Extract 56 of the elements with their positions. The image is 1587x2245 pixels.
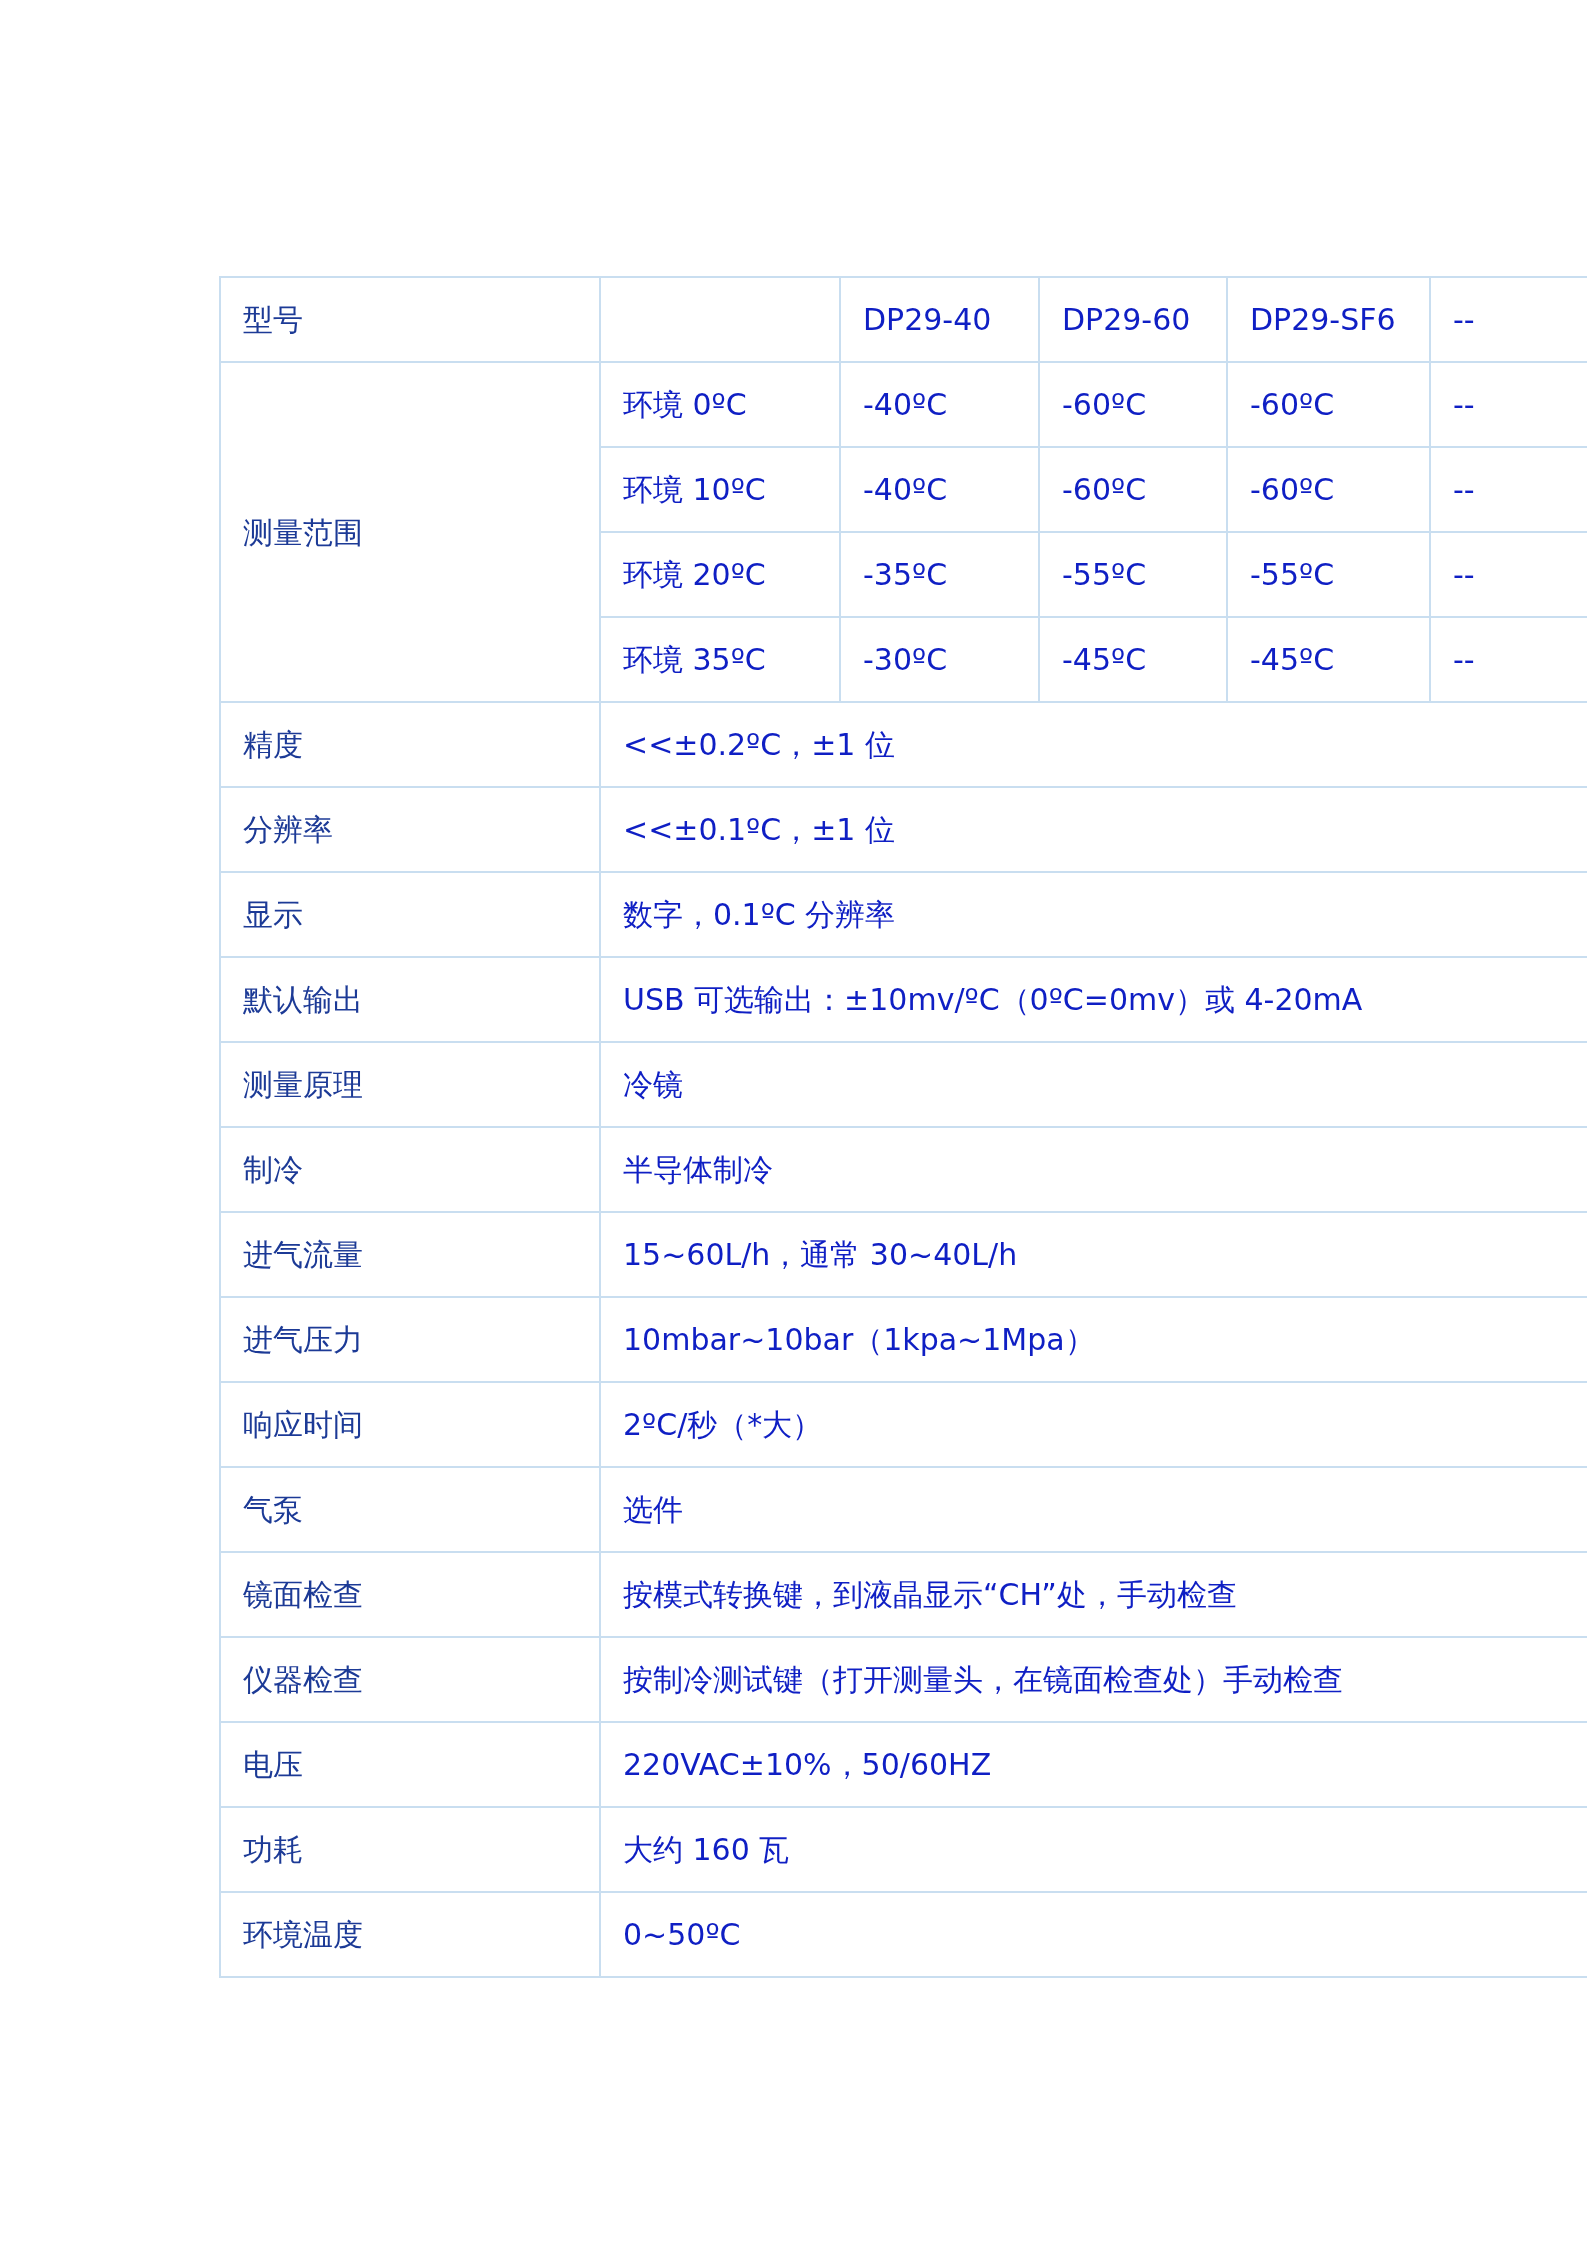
spec-label: 响应时间: [243, 1407, 363, 1442]
dew-point-value: -40ºC: [863, 472, 948, 507]
spec-value: <<±0.2ºC，±1 位: [623, 727, 895, 762]
spec-label: 功耗: [243, 1832, 303, 1867]
dew-point-value: -55ºC: [1250, 557, 1335, 592]
spec-label: 仪器检查: [243, 1662, 363, 1697]
spec-value: USB 可选输出：±10mv/ºC（0ºC=0mv）或 4-20mA: [623, 982, 1363, 1017]
dew-point-value: -60ºC: [1250, 472, 1335, 507]
dew-point-value: -60ºC: [1250, 387, 1335, 422]
model-name: --: [1453, 302, 1475, 337]
spec-value: 按制冷测试键（打开测量头，在镜面检查处）手动检查: [623, 1662, 1343, 1697]
ambient-condition: 环境 0ºC: [623, 387, 747, 422]
spec-label: 进气压力: [243, 1322, 363, 1357]
spec-value: 按模式转换键，到液晶显示“CH”处，手动检查: [623, 1577, 1237, 1612]
spec-label: 环境温度: [243, 1917, 363, 1952]
spec-label: 进气流量: [243, 1237, 363, 1272]
spec-label: 测量原理: [243, 1067, 363, 1102]
spec-label: 显示: [243, 897, 303, 932]
spec-value: <<±0.1ºC，±1 位: [623, 812, 895, 847]
ambient-condition: 环境 10ºC: [623, 472, 766, 507]
ambient-condition: 环境 35ºC: [623, 642, 766, 677]
dew-point-value: -45ºC: [1250, 642, 1335, 677]
dew-point-value: -40ºC: [863, 387, 948, 422]
dew-point-value: -30ºC: [863, 642, 948, 677]
spec-label: 镜面检查: [243, 1577, 363, 1612]
spec-label: 测量范围: [243, 514, 363, 550]
spec-value: 数字，0.1ºC 分辨率: [623, 897, 896, 932]
dew-point-value: --: [1453, 387, 1475, 422]
spec-value: 大约 160 瓦: [623, 1832, 790, 1867]
ambient-condition: 环境 20ºC: [623, 557, 766, 592]
dew-point-value: -55ºC: [1062, 557, 1147, 592]
model-name: DP29-SF6: [1250, 302, 1396, 337]
dew-point-value: -60ºC: [1062, 387, 1147, 422]
spec-value: 选件: [623, 1492, 683, 1527]
dew-point-value: --: [1453, 642, 1475, 677]
spec-label: 电压: [243, 1747, 303, 1782]
spec-label: 精度: [243, 727, 303, 762]
dew-point-value: -45ºC: [1062, 642, 1147, 677]
dew-point-value: --: [1453, 557, 1475, 592]
spec-value: 冷镜: [623, 1067, 683, 1102]
spec-label: 分辨率: [243, 812, 333, 847]
dew-point-value: --: [1453, 472, 1475, 507]
spec-label: 默认输出: [243, 982, 363, 1017]
spec-label: 型号: [243, 302, 303, 337]
spec-value: 15~60L/h，通常 30~40L/h: [623, 1237, 1018, 1272]
spec-value: 220VAC±10%，50/60HZ: [623, 1747, 992, 1782]
spec-value: 0~50ºC: [623, 1917, 741, 1952]
spec-value: 半导体制冷: [623, 1152, 773, 1187]
spec-label: 制冷: [243, 1152, 303, 1187]
dew-point-value: -60ºC: [1062, 472, 1147, 507]
model-name: DP29-60: [1062, 302, 1191, 337]
spec-label: 气泵: [243, 1492, 303, 1527]
spec-value: 2ºC/秒（*大）: [623, 1407, 823, 1442]
model-name: DP29-40: [863, 302, 992, 337]
spec-value: 10mbar~10bar（1kpa~1Mpa）: [623, 1322, 1095, 1357]
dew-point-value: -35ºC: [863, 557, 948, 592]
